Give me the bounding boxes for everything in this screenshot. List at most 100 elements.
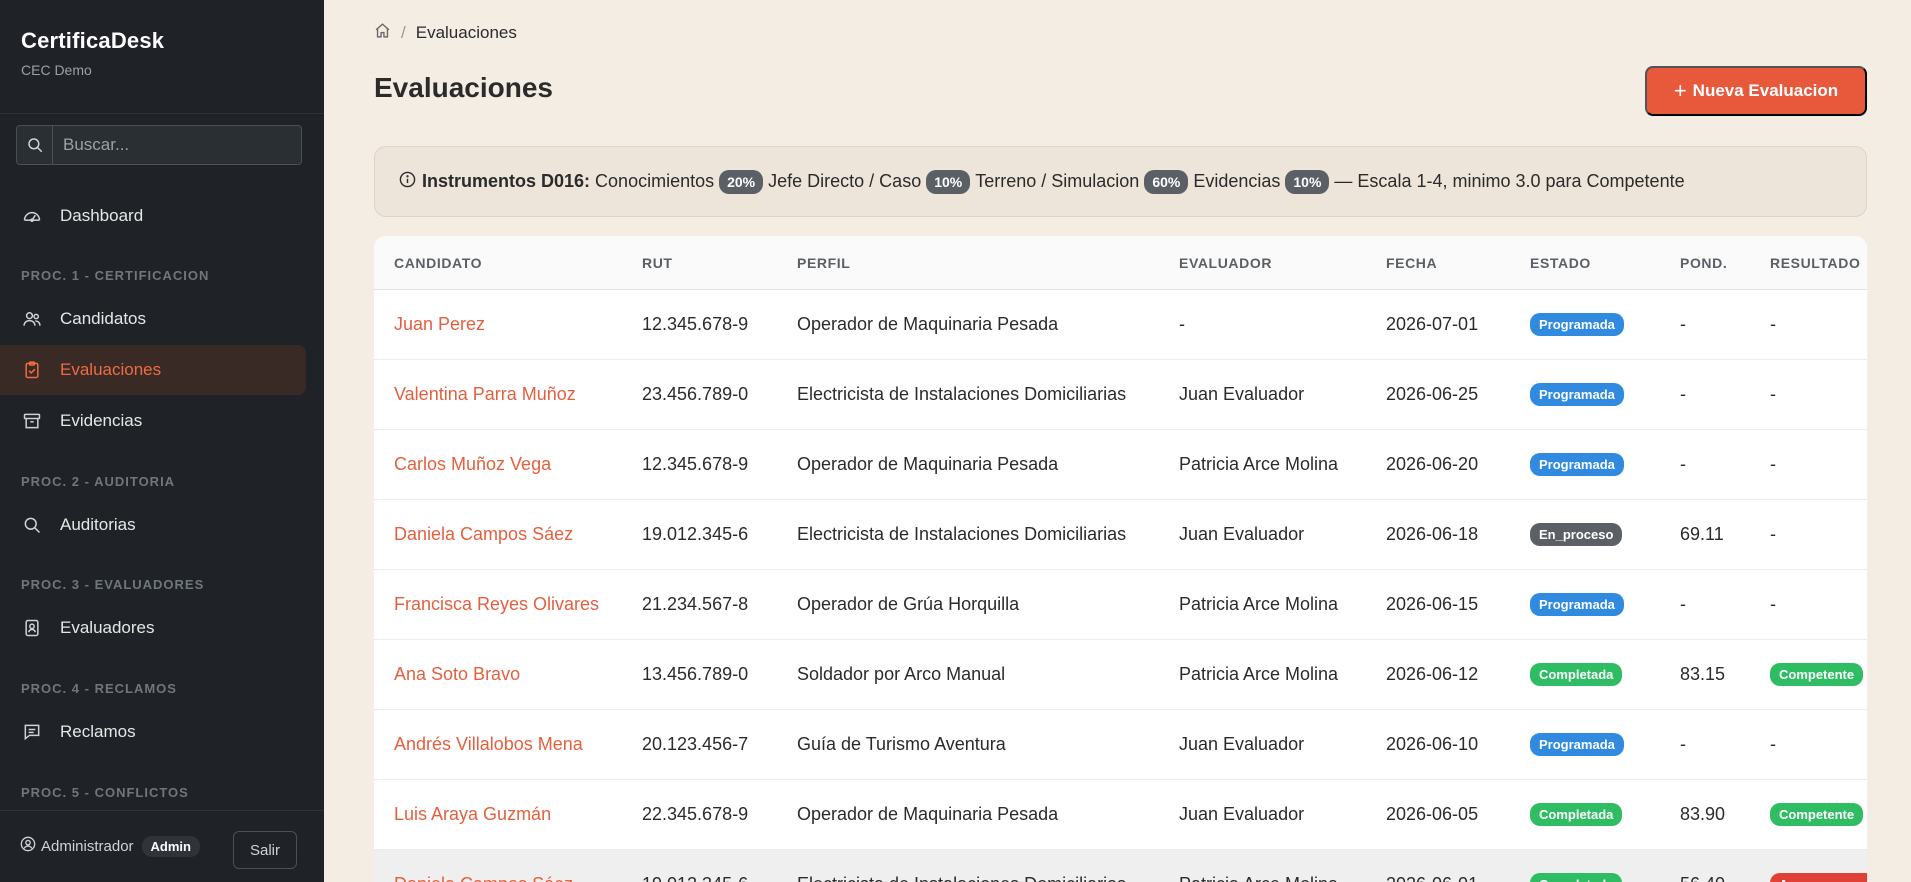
nav-label-evaluaciones: Evaluaciones	[60, 360, 162, 379]
magnifier-icon	[21, 514, 43, 536]
col-fecha[interactable]: FECHA	[1386, 236, 1437, 290]
table-row[interactable]: Daniela Campos Sáez 19.012.345-6 Electrici…	[374, 850, 1867, 882]
cell-estado: Programada	[1530, 570, 1624, 639]
search-icon	[17, 126, 53, 164]
cell-pond: -	[1680, 314, 1686, 334]
section-proc4: PROC. 4 - RECLAMOS	[21, 681, 177, 696]
app-name[interactable]: CertificaDesk	[21, 28, 303, 54]
cell-evaluador: Juan Evaluador	[1179, 734, 1305, 754]
table-row[interactable]: Francisca Reyes Olivares 21.234.567-8 Oper…	[374, 570, 1867, 640]
table-row[interactable]: Carlos Muñoz Vega 12.345.678-9 Operador de…	[374, 430, 1867, 500]
cell-resultado: -	[1770, 594, 1776, 614]
cell-pond: -	[1680, 594, 1686, 614]
nav-item-evidencias[interactable]: Evidencias	[0, 396, 306, 446]
cell-candidato[interactable]: Daniela Campos Sáez	[394, 500, 573, 569]
cell-candidato[interactable]: Juan Perez	[394, 290, 485, 359]
col-rut[interactable]: RUT	[642, 236, 673, 290]
table-row[interactable]: Valentina Parra Muñoz 23.456.789-0 Electri…	[374, 360, 1867, 430]
cell-pond: -	[1680, 384, 1686, 404]
users-icon	[21, 308, 43, 330]
home-icon[interactable]	[374, 22, 391, 44]
nav-item-reclamos[interactable]: Reclamos	[0, 707, 306, 757]
cell-fecha: 2026-06-05	[1386, 804, 1479, 824]
cell-perfil: Soldador por Arco Manual	[797, 664, 1006, 684]
cell-rut: 19.012.345-6	[642, 524, 749, 544]
table-row[interactable]: Andrés Villalobos Mena 20.123.456-7 Guía d…	[374, 710, 1867, 780]
instrument-weight: 60%	[1144, 169, 1189, 194]
scale-note: — Escala 1-4, minimo 3.0 para Competente	[1334, 171, 1685, 191]
evaluations-table: CANDIDATO RUT PERFIL EVALUADOR FECHA EST…	[374, 236, 1867, 882]
col-resultado[interactable]: RESULTADO	[1770, 236, 1860, 290]
col-perfil[interactable]: PERFIL	[797, 236, 850, 290]
instrument-weight: 20%	[719, 169, 764, 194]
result-badge: Aun_no_competente	[1770, 873, 1867, 882]
cell-evaluador: Patricia Arce Molina	[1179, 594, 1339, 614]
cell-estado: Programada	[1530, 430, 1624, 499]
sidebar: CertificaDesk CEC Demo Dashboard PROC. 1…	[0, 0, 324, 882]
cell-evaluador: Juan Evaluador	[1179, 384, 1305, 404]
cell-candidato[interactable]: Andrés Villalobos Mena	[394, 710, 583, 779]
new-evaluation-button[interactable]: + Nueva Evaluacion	[1645, 66, 1867, 116]
search-input[interactable]	[53, 135, 301, 155]
cell-pond: -	[1680, 734, 1686, 754]
cell-resultado: -	[1770, 454, 1776, 474]
cell-candidato[interactable]: Ana Soto Bravo	[394, 640, 520, 709]
section-proc1: PROC. 1 - CERTIFICACION	[21, 268, 210, 283]
cell-candidato[interactable]: Daniela Campos Sáez	[394, 850, 573, 882]
cell-candidato[interactable]: Luis Araya Guzmán	[394, 780, 551, 849]
section-proc5: PROC. 5 - CONFLICTOS	[21, 785, 189, 800]
cell-estado: Programada	[1530, 360, 1624, 429]
cell-candidato[interactable]: Francisca Reyes Olivares	[394, 570, 599, 639]
cell-pond: 83.90	[1680, 804, 1726, 824]
cell-pond: 83.15	[1680, 664, 1726, 684]
org-name: CEC Demo	[21, 62, 92, 78]
cell-resultado: -	[1770, 734, 1776, 754]
cell-resultado: Competente	[1770, 780, 1864, 849]
table-row[interactable]: Ana Soto Bravo 13.456.789-0 Soldador por A…	[374, 640, 1867, 710]
table-row[interactable]: Daniela Campos Sáez 19.012.345-6 Electrici…	[374, 500, 1867, 570]
nav-item-evaluaciones[interactable]: Evaluaciones	[0, 345, 306, 395]
col-estado[interactable]: ESTADO	[1530, 236, 1591, 290]
cell-estado: Completada	[1530, 850, 1623, 882]
cell-resultado: -	[1770, 314, 1776, 334]
cell-estado: Completada	[1530, 640, 1623, 709]
cell-perfil: Operador de Maquinaria Pesada	[797, 314, 1059, 334]
cell-pond: -	[1680, 454, 1686, 474]
archive-icon	[21, 410, 43, 432]
new-evaluation-label: Nueva Evaluacion	[1692, 81, 1839, 100]
status-badge: Completada	[1530, 663, 1623, 686]
cell-pond: 56.40	[1680, 850, 1725, 882]
nav-label-auditorias: Auditorias	[60, 515, 136, 534]
status-badge: Programada	[1530, 313, 1624, 336]
cell-candidato[interactable]: Valentina Parra Muñoz	[394, 360, 576, 429]
clipboard-icon	[21, 359, 43, 381]
cell-rut: 19.012.345-6	[642, 850, 748, 882]
cell-perfil: Operador de Grúa Horquilla	[797, 594, 1020, 614]
instrument-weight: 10%	[1285, 169, 1330, 194]
nav-item-candidatos[interactable]: Candidatos	[0, 294, 306, 344]
brand: CertificaDesk CEC Demo	[0, 0, 324, 114]
col-evaluador[interactable]: EVALUADOR	[1179, 236, 1272, 290]
col-pond[interactable]: POND.	[1680, 236, 1727, 290]
cell-fecha: 2026-06-12	[1386, 664, 1479, 684]
col-candidato[interactable]: CANDIDATO	[394, 236, 482, 290]
search-box[interactable]	[16, 125, 302, 165]
nav-label-evaluadores: Evaluadores	[60, 618, 155, 637]
table-row[interactable]: Juan Perez 12.345.678-9 Operador de Maquin…	[374, 290, 1867, 360]
cell-evaluador: -	[1179, 314, 1185, 334]
cell-resultado: Aun_no_competente	[1770, 850, 1867, 882]
cell-rut: 12.345.678-9	[642, 314, 749, 334]
instruments-info: Instrumentos D016: Conocimientos 20% Jef…	[374, 146, 1867, 217]
cell-estado: Programada	[1530, 710, 1624, 779]
instrument-name: Evidencias	[1193, 171, 1281, 191]
logout-button[interactable]: Salir	[232, 831, 297, 869]
table-row[interactable]: Luis Araya Guzmán 22.345.678-9 Operador de…	[374, 780, 1867, 850]
cell-candidato[interactable]: Carlos Muñoz Vega	[394, 430, 551, 499]
breadcrumb: / Evaluaciones	[374, 22, 517, 44]
nav-item-dashboard[interactable]: Dashboard	[0, 191, 306, 241]
cell-fecha: 2026-06-10	[1386, 734, 1479, 754]
nav-item-evaluadores[interactable]: Evaluadores	[0, 603, 306, 653]
nav-item-auditorias[interactable]: Auditorias	[0, 500, 306, 550]
breadcrumb-separator: /	[401, 23, 406, 42]
result-badge: Competente	[1770, 803, 1864, 826]
